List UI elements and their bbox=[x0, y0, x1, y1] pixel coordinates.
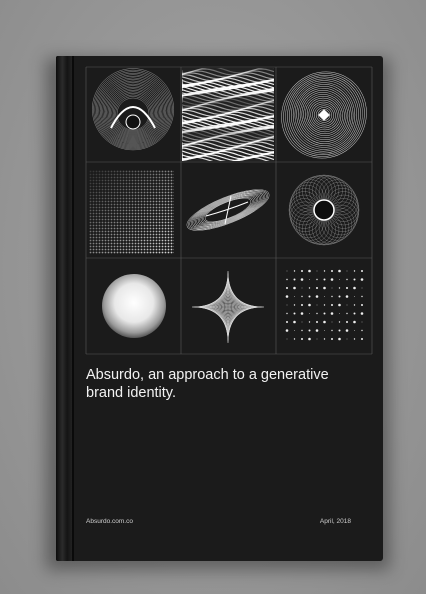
art-dot-grid bbox=[285, 269, 364, 341]
book-cover: Absurdo, an approach to a generative bra… bbox=[56, 56, 383, 561]
art-arch-rings bbox=[92, 68, 174, 151]
art-ellipse-star bbox=[186, 189, 270, 231]
cover-title: Absurdo, an approach to a generative bra… bbox=[86, 367, 329, 401]
art-sphere bbox=[102, 274, 166, 338]
art-astroid-mesh bbox=[192, 271, 264, 343]
art-ring-donut bbox=[288, 174, 360, 246]
art-halftone-gradient bbox=[89, 170, 175, 256]
cover-website: Absurdo.com.co bbox=[86, 518, 133, 525]
cover-date: April, 2018 bbox=[319, 518, 351, 525]
art-wave-texture bbox=[182, 68, 274, 161]
art-concentric-circles bbox=[281, 71, 367, 159]
artwork-grid bbox=[85, 66, 373, 355]
